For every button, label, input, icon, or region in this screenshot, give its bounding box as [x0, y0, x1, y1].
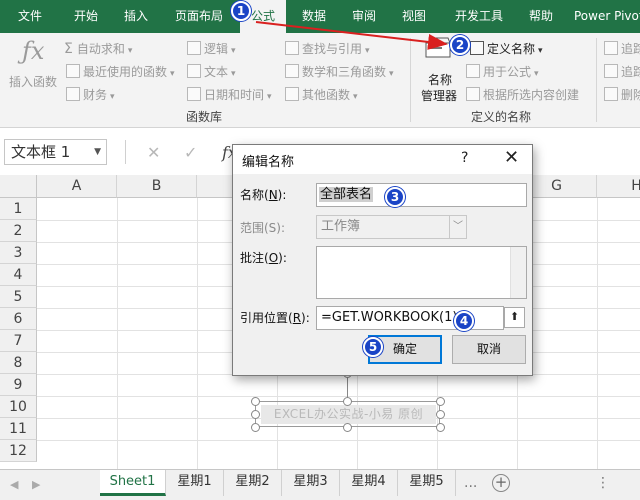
step-marker-3: 3: [385, 187, 405, 207]
step-marker-4: 4: [454, 311, 474, 331]
step-marker-1: 1: [231, 1, 251, 21]
annotation-arrow: [255, 21, 448, 50]
step-marker-5: 5: [363, 337, 383, 357]
step-marker-2: 2: [450, 35, 470, 55]
